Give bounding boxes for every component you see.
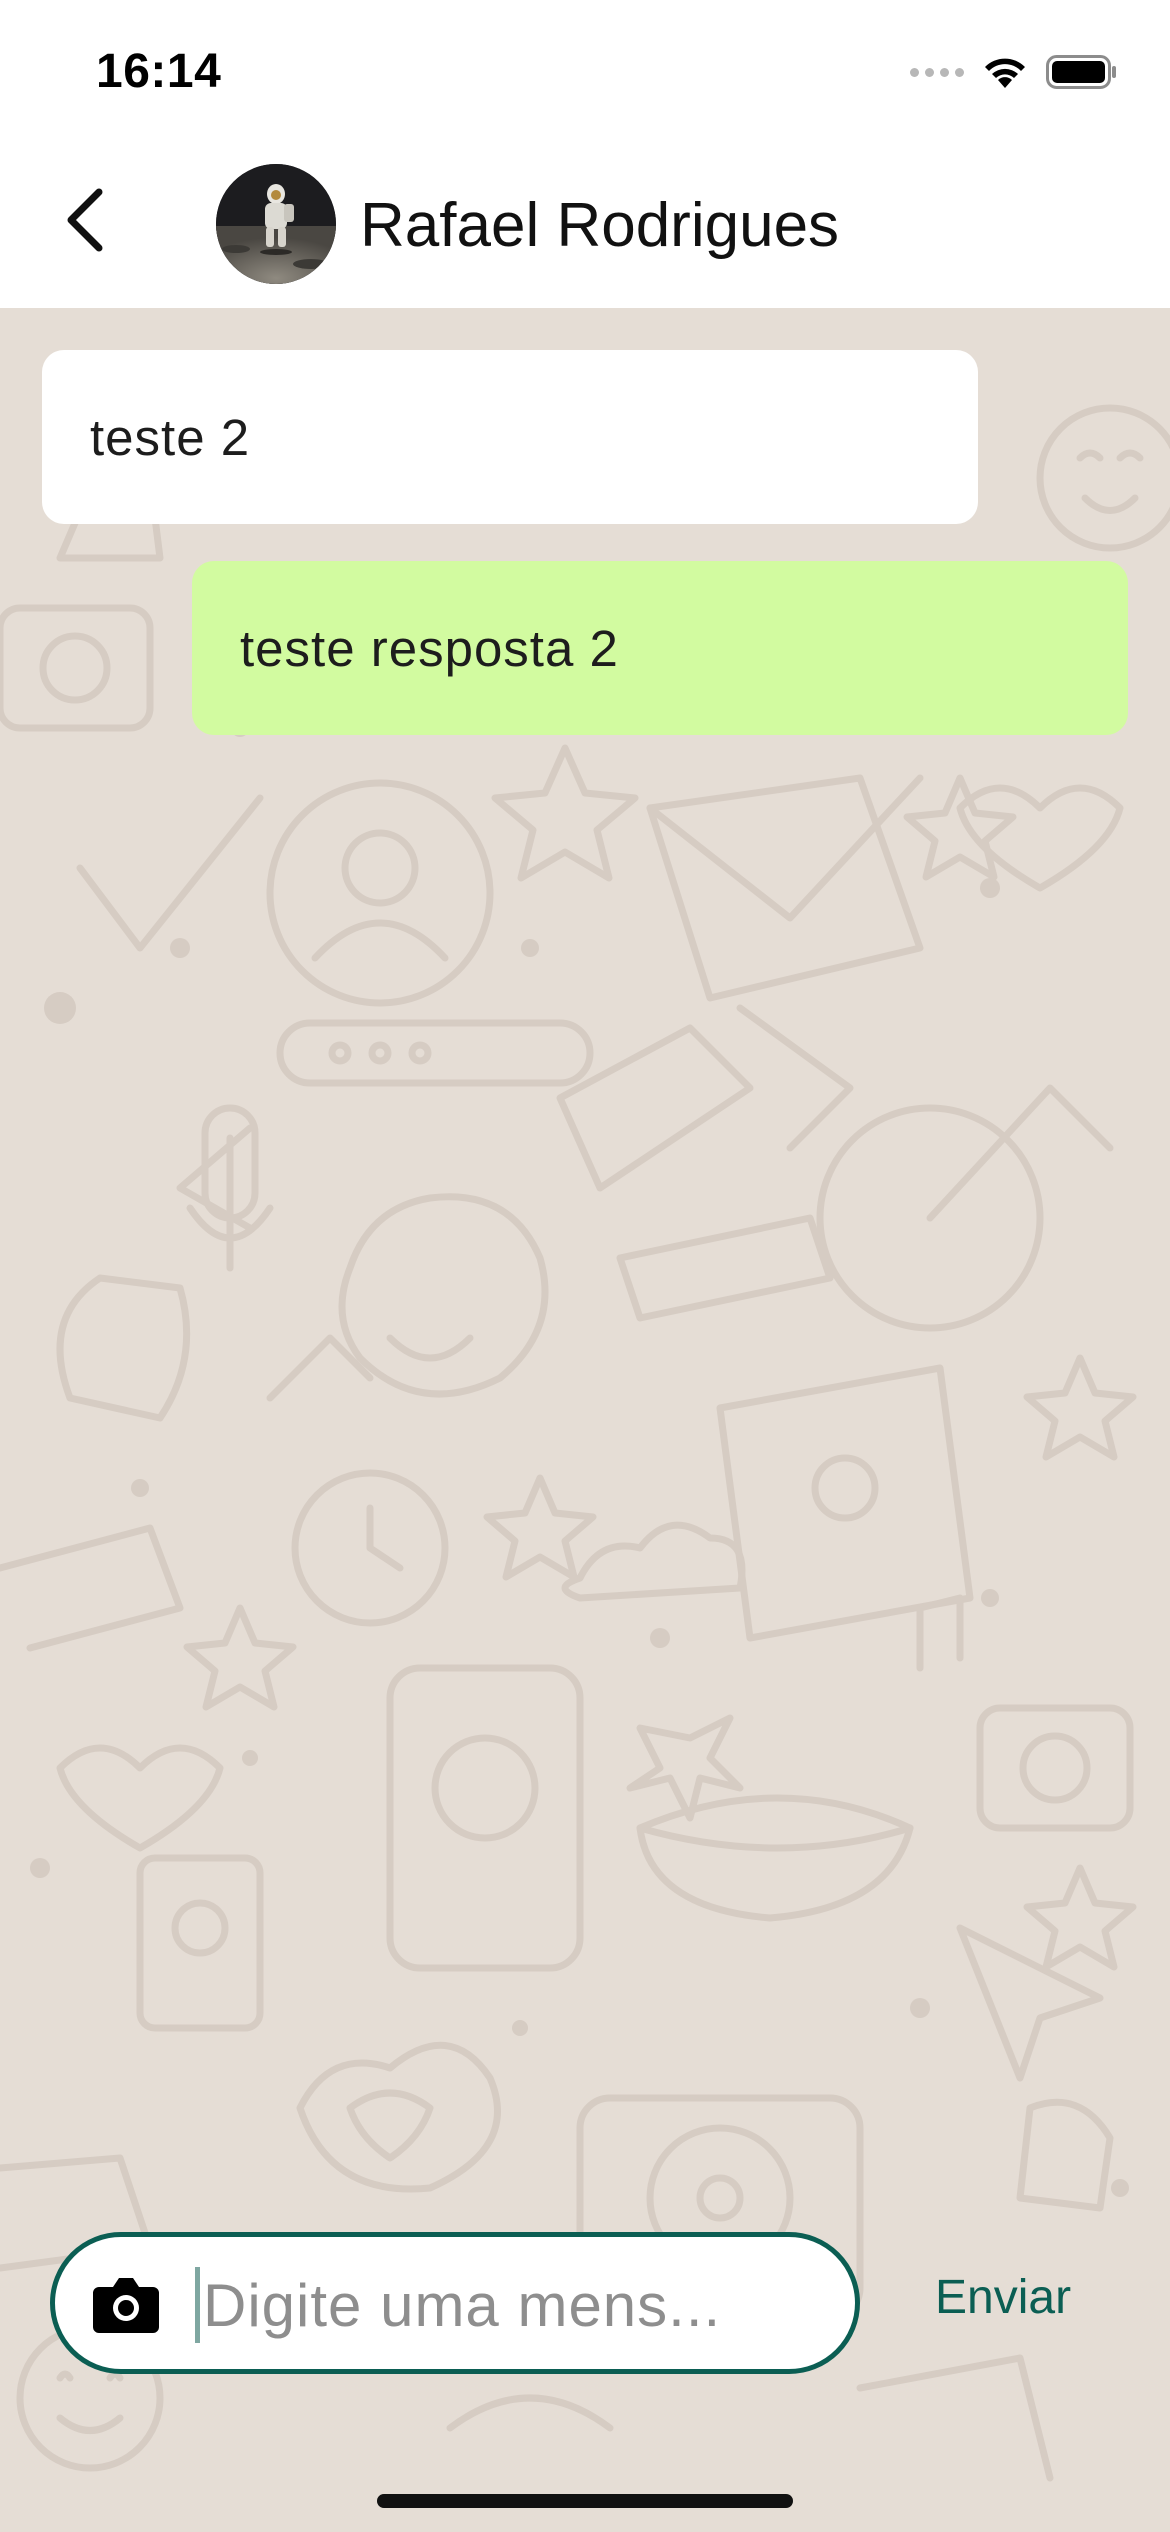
message-text: teste resposta 2 (240, 619, 619, 677)
message-input[interactable] (203, 2261, 823, 2349)
message-incoming[interactable]: teste 2 (42, 350, 978, 524)
chevron-left-icon (67, 188, 103, 252)
contact-name[interactable]: Rafael Rodrigues (360, 190, 839, 261)
camera-icon (93, 2278, 159, 2333)
text-caret (195, 2267, 200, 2343)
chat-header: Rafael Rodrigues (0, 140, 1170, 308)
home-indicator (377, 2494, 793, 2508)
avatar-image (216, 164, 336, 284)
status-icons (910, 52, 1118, 92)
wifi-icon (982, 54, 1028, 90)
avatar[interactable] (216, 164, 336, 284)
message-composer (50, 2232, 860, 2374)
back-button[interactable] (50, 180, 120, 260)
battery-icon (1046, 54, 1118, 90)
message-outgoing[interactable]: teste resposta 2 (192, 561, 1128, 735)
status-bar: 16:14 (0, 0, 1170, 140)
camera-button[interactable] (91, 2273, 161, 2335)
status-time: 16:14 (96, 45, 222, 98)
cellular-signal-icon (910, 67, 964, 77)
chat-area[interactable]: teste 2 teste resposta 2 (0, 308, 1170, 2532)
message-text: teste 2 (90, 408, 251, 466)
send-button[interactable]: Enviar (935, 2270, 1071, 2325)
